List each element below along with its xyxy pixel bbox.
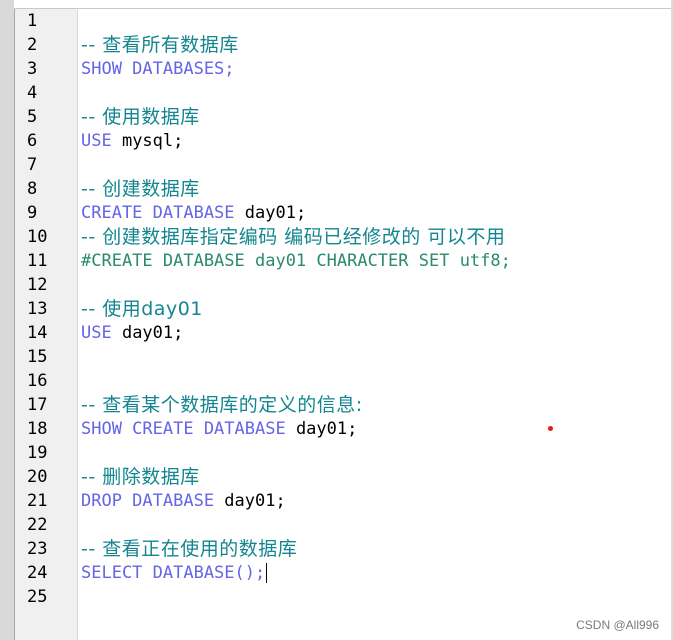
sql-identifier: day01;	[295, 419, 358, 439]
line-number: 3	[27, 59, 38, 79]
code-text: SHOW CREATE DATABASE day01;	[81, 417, 357, 441]
line-number: 6	[27, 131, 38, 151]
sql-comment: -- 查看某个数据库的定义的信息:	[81, 394, 363, 416]
line-number: 5	[27, 107, 38, 127]
line-number-gutter: 1 2 3 4 5 6 7 8 9 10 11 12 13 14 15 16 17 18 19 20 21 22 23 24 2…	[15, 9, 78, 640]
line-number: 4	[27, 83, 38, 103]
window-left-edge	[0, 0, 15, 640]
code-text: -- 使用数据库	[81, 105, 200, 130]
sql-comment: -- 创建数据库	[81, 178, 200, 200]
hash-comment: #CREATE DATABASE day01 CHARACTER SET utf…	[81, 251, 511, 271]
line-number: 7	[27, 155, 38, 175]
sql-identifier: day01;	[224, 491, 286, 511]
line-number: 12	[27, 275, 48, 295]
code-text: USE day01;	[81, 321, 183, 345]
code-text: CREATE DATABASE day01;	[81, 201, 306, 225]
line-number: 24	[27, 563, 48, 583]
sql-comment: -- 查看正在使用的数据库	[81, 538, 298, 560]
line-number: 11	[27, 251, 48, 271]
line-number: 20	[27, 467, 48, 487]
code-text: -- 查看正在使用的数据库	[81, 537, 297, 562]
code-text: -- 创建数据库	[81, 177, 200, 202]
line-number: 10	[27, 227, 48, 247]
code-text: -- 创建数据库指定编码 编码已经修改的 可以不用	[81, 225, 505, 250]
sql-comment: -- 使用数据库	[81, 106, 200, 128]
line-number: 23	[27, 539, 48, 559]
sql-identifier: day01;	[121, 323, 184, 343]
line-number: 15	[27, 347, 48, 367]
sql-comment: -- 创建数据库指定编码 编码已经修改的 可以不用	[81, 226, 506, 248]
line-number: 21	[27, 491, 48, 511]
line-number: 8	[27, 179, 38, 199]
line-number: 16	[27, 371, 48, 391]
code-text: SELECT DATABASE();	[81, 561, 268, 585]
line-number: 1	[27, 11, 38, 31]
sql-keyword: SHOW CREATE DATABASE	[81, 419, 296, 439]
sql-keyword: CREATE DATABASE	[81, 203, 245, 223]
sql-keyword: DROP DATABASE	[81, 491, 225, 511]
sql-keyword: USE	[81, 131, 122, 151]
code-editor[interactable]: -- 查看所有数据库 SHOW DATABASES; -- 使用数据库 USE mys…	[78, 9, 671, 640]
code-text: DROP DATABASE day01;	[81, 489, 286, 513]
code-text: SHOW DATABASES;	[81, 57, 235, 81]
sql-keyword: SELECT DATABASE();	[81, 563, 266, 583]
sql-keyword: SHOW DATABASES;	[81, 59, 235, 79]
code-text: -- 查看某个数据库的定义的信息:	[81, 393, 363, 418]
line-number: 9	[27, 203, 38, 223]
line-number: 19	[27, 443, 48, 463]
line-number: 22	[27, 515, 48, 535]
line-number: 2	[27, 35, 38, 55]
line-number: 18	[27, 419, 48, 439]
breakpoint-dot	[548, 426, 553, 431]
sql-comment: -- 查看所有数据库	[81, 34, 239, 56]
editor-top-border	[14, 0, 673, 9]
line-number: 13	[27, 299, 48, 319]
text-cursor	[266, 563, 268, 583]
code-text: #CREATE DATABASE day01 CHARACTER SET utf…	[81, 249, 511, 273]
sql-identifier: mysql;	[121, 131, 184, 151]
code-text: -- 使用day01	[81, 297, 203, 322]
code-text: -- 删除数据库	[81, 465, 200, 490]
line-number: 25	[27, 587, 48, 607]
line-number: 14	[27, 323, 48, 343]
sql-keyword: USE	[81, 323, 122, 343]
code-text: USE mysql;	[81, 129, 183, 153]
watermark: CSDN @All996	[576, 618, 659, 632]
sql-comment: -- 删除数据库	[81, 466, 200, 488]
sql-comment: -- 使用day01	[81, 298, 203, 320]
line-number: 17	[27, 395, 48, 415]
sql-identifier: day01;	[244, 203, 307, 223]
code-text: -- 查看所有数据库	[81, 33, 239, 58]
